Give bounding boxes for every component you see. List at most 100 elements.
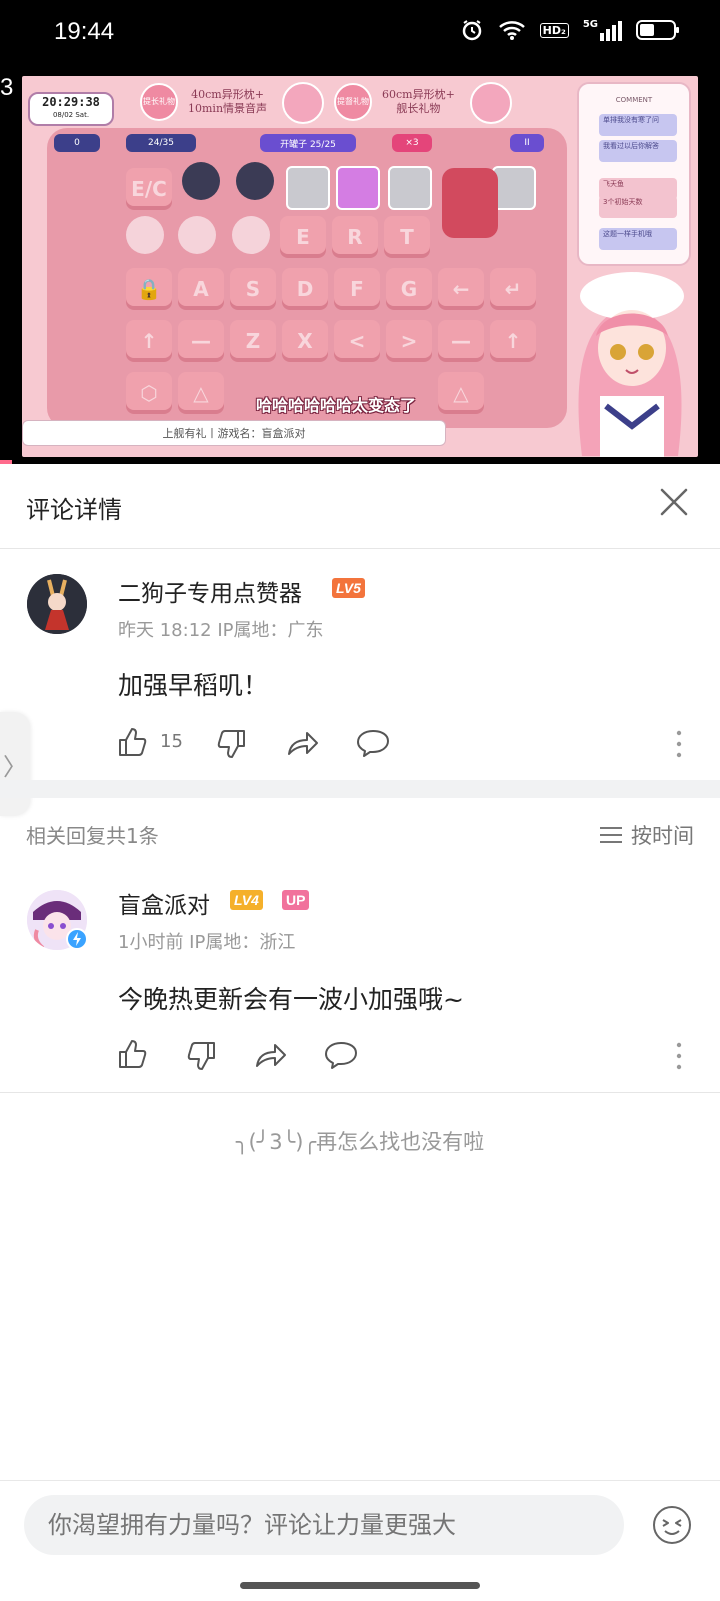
boss-monster: [442, 168, 498, 238]
board-key: Z: [230, 320, 276, 362]
promo-mascot-1: [282, 82, 324, 124]
board-key: X: [282, 320, 328, 362]
lock-key: 🔒: [126, 268, 172, 310]
monster-token: [178, 216, 216, 254]
board-key: ⬡: [126, 372, 172, 414]
chest-token: [492, 166, 536, 210]
reply-text: 今晚热更新会有一波小加强哦~: [118, 985, 464, 1014]
like-icon[interactable]: [116, 1038, 148, 1070]
video-player[interactable]: 3 20:29:38 08/02 Sat. 提长礼物 40cm异形枕+ 10mi…: [0, 68, 720, 464]
chest-token: [388, 166, 432, 210]
board-key: ↑: [126, 320, 172, 362]
hd-icon: HD₂: [539, 22, 569, 38]
reply-meta: 1小时前 IP属地：浙江: [118, 932, 296, 953]
stream-clock: 20:29:38 08/02 Sat.: [28, 92, 114, 126]
chat-panel-title: COMMENT: [615, 96, 653, 104]
board-key: A: [178, 268, 224, 310]
board-key: —: [438, 320, 484, 362]
board-key: <: [334, 320, 380, 362]
stream-subtitle: 哈哈哈哈哈哈太变态了: [256, 396, 417, 415]
monster-token: [236, 162, 274, 200]
comment-input[interactable]: [24, 1495, 624, 1555]
status-icons: HD₂ 5G: [460, 18, 680, 42]
sort-label: 按时间: [631, 824, 694, 848]
promo-banner-1: 提长礼物 40cm异形枕+ 10min情景音声: [140, 82, 267, 122]
comment-detail-header: 评论详情: [0, 464, 720, 549]
promo-banner-2: 提督礼物 60cm异形枕+ 舰长礼物: [334, 82, 455, 122]
close-icon[interactable]: [656, 484, 692, 520]
hud-score: 0: [54, 134, 100, 152]
comment-username[interactable]: 二狗子专用点赞器: [118, 574, 302, 608]
alarm-icon: [462, 20, 481, 41]
level-badge: LV4: [230, 890, 263, 910]
promo-mascot-2: [470, 82, 512, 124]
board-key: >: [386, 320, 432, 362]
hud-count: 24/35: [126, 134, 196, 152]
verified-icon: [66, 928, 88, 950]
sort-button[interactable]: 按时间: [599, 820, 694, 850]
dislike-icon[interactable]: [216, 728, 248, 760]
comment-meta: 昨天 18:12 IP属地：广东: [118, 620, 324, 641]
chat-line: 3个初始天数: [599, 196, 677, 218]
board-key: R: [332, 216, 378, 258]
chat-line: 这题一样手机哦: [599, 228, 677, 250]
chat-line: 我看过以后你解答: [599, 140, 677, 162]
like-count: 15: [160, 731, 183, 752]
stream-chat-panel: COMMENT 单排我没有寒了问 我看过以后你解答 飞天鱼 3个初始天数 这题一…: [577, 82, 691, 266]
video-frame[interactable]: 20:29:38 08/02 Sat. 提长礼物 40cm异形枕+ 10min情…: [22, 76, 698, 457]
side-number: 3: [0, 74, 14, 101]
level-badge: LV5: [332, 578, 365, 598]
wifi-icon: [498, 21, 525, 40]
status-time: 19:44: [54, 18, 115, 45]
board-key: ←: [438, 268, 484, 310]
end-of-list-text: ╮(╯3╰)╭再怎么找也没有啦: [235, 1130, 485, 1154]
stream-clock-date: 08/02 Sat.: [52, 111, 90, 119]
board-key: S: [230, 268, 276, 310]
board-key: △: [178, 372, 224, 414]
signal-icon: 5G: [583, 19, 622, 41]
section-divider: [0, 780, 720, 798]
avatar-image: [27, 574, 87, 634]
home-indicator[interactable]: [240, 1582, 480, 1589]
more-options-icon[interactable]: [676, 1041, 682, 1071]
like-icon[interactable]: [116, 726, 148, 758]
status-bar: 19:44 HD₂ 5G: [0, 0, 720, 68]
board-key: G: [386, 268, 432, 310]
chest-token: [336, 166, 380, 210]
side-expand-tab[interactable]: 〉: [0, 712, 30, 816]
board-key: ↵: [490, 268, 536, 310]
hud-pause: II: [510, 134, 544, 152]
sort-icon: [600, 827, 622, 843]
chat-line: 单排我没有寒了问: [599, 114, 677, 136]
more-options-icon[interactable]: [676, 729, 682, 759]
hud-multiplier: ×3: [392, 134, 432, 152]
board-key: E/C: [126, 168, 172, 210]
board-key: △: [438, 372, 484, 414]
reply-username[interactable]: 盲盒派对: [118, 886, 210, 920]
stream-clock-time: 20:29:38: [42, 95, 100, 109]
battery-icon: [636, 20, 679, 40]
network-type: 5G: [582, 19, 598, 30]
monster-token: [126, 216, 164, 254]
hud-stage: 开罐子 25/25: [260, 134, 356, 152]
reply-icon[interactable]: [356, 728, 390, 758]
chest-token: [286, 166, 330, 210]
board-key: T: [384, 216, 430, 258]
chevron-right-icon: 〉: [3, 752, 27, 781]
share-icon[interactable]: [286, 728, 320, 758]
stream-search-bar: 上舰有礼丨游戏名：盲盒派对: [22, 420, 446, 446]
share-icon[interactable]: [254, 1040, 288, 1070]
board-key: —: [178, 320, 224, 362]
emoji-icon[interactable]: [652, 1505, 692, 1545]
comment-text: 加强早稻叽！: [118, 671, 269, 700]
monster-token: [232, 216, 270, 254]
promo-text-1: 40cm异形枕+ 10min情景音声: [188, 88, 268, 115]
promo-badge-1: 提长礼物: [140, 83, 178, 121]
avatar[interactable]: [27, 574, 87, 634]
stream-search-text: 上舰有礼丨游戏名：盲盒派对: [162, 427, 306, 440]
reply-icon[interactable]: [324, 1040, 358, 1070]
list-separator: [0, 1092, 720, 1093]
monster-token: [182, 162, 220, 200]
up-badge: UP: [282, 890, 310, 910]
dislike-icon[interactable]: [186, 1040, 218, 1072]
